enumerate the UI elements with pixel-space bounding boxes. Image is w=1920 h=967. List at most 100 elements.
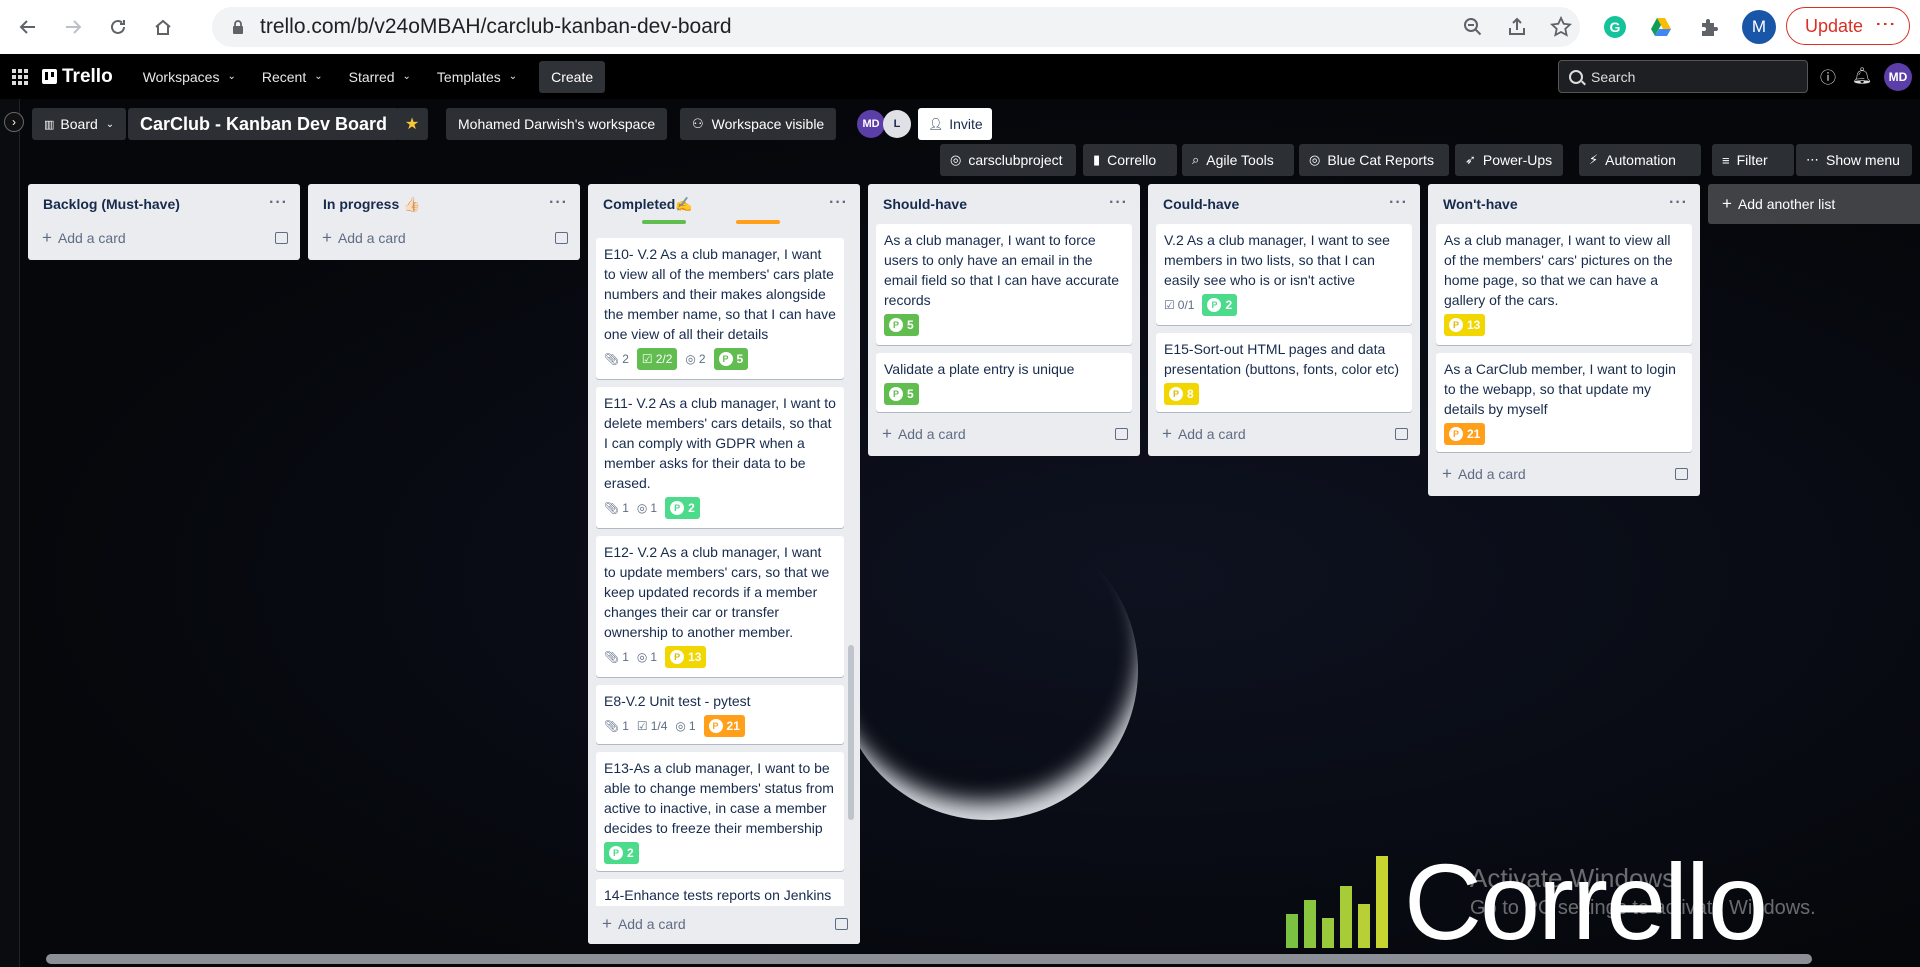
show-menu-button[interactable]: ⋯ Show menu <box>1796 144 1912 176</box>
notifications-bell-icon[interactable]: 🔔︎ <box>1852 66 1872 86</box>
address-bar[interactable]: trello.com/b/v24oMBAH/carclub-kanban-dev… <box>212 7 1580 47</box>
card[interactable]: E11- V.2 As a club manager, I want to de… <box>596 387 844 528</box>
info-icon[interactable]: ⓘ <box>1818 66 1838 87</box>
add-card-button[interactable]: + Add a card <box>1156 420 1246 448</box>
create-button[interactable]: Create <box>539 60 606 93</box>
list-actions-icon[interactable]: ··· <box>829 194 848 212</box>
list-actions-icon[interactable]: ··· <box>1389 194 1408 212</box>
attachments-badge: 📎︎ 1 <box>604 498 629 518</box>
card[interactable]: 14-Enhance tests reports on Jenkins - <box>596 879 844 909</box>
card[interactable]: Validate a plate entry is unique P5 <box>876 353 1132 412</box>
bookmark-star-icon[interactable] <box>1550 16 1572 38</box>
star-board-icon[interactable]: ★ <box>396 108 428 140</box>
workspace-button[interactable]: Mohamed Darwish's workspace <box>446 108 668 140</box>
points-icon: P <box>889 387 903 401</box>
app-switcher-icon[interactable] <box>12 68 28 85</box>
member-avatar[interactable]: MD <box>857 110 885 138</box>
reload-button[interactable] <box>101 10 135 44</box>
powerup-agile-tools[interactable]: ⌕ Agile Tools <box>1182 144 1294 176</box>
points-icon: P <box>889 318 903 332</box>
card-template-icon[interactable] <box>1395 428 1408 440</box>
card-title: E10- V.2 As a club manager, I want to vi… <box>604 246 836 342</box>
more-vertical-icon: ⋮ <box>1874 14 1896 34</box>
invite-button[interactable]: 👤︎ Invite <box>918 108 992 140</box>
list-title[interactable]: Could-have ··· <box>1148 184 1420 224</box>
list-actions-icon[interactable]: ··· <box>1669 194 1688 212</box>
board-view-switcher[interactable]: ▥ Board ⌄ <box>32 108 127 140</box>
zoom-icon[interactable] <box>1462 16 1484 38</box>
card[interactable]: As a CarClub member, I want to login to … <box>1436 353 1692 452</box>
card-template-icon[interactable] <box>555 232 568 244</box>
filter-button[interactable]: ≡ Filter <box>1712 144 1794 176</box>
menu-workspaces[interactable]: Workspaces ⌄ <box>133 61 246 93</box>
more-horizontal-icon: ⋯ <box>1806 152 1819 167</box>
grammarly-extension-icon[interactable]: G <box>1598 10 1632 44</box>
home-button[interactable] <box>146 10 180 44</box>
add-another-list-button[interactable]: + Add another list <box>1708 184 1920 224</box>
board-horizontal-scrollbar[interactable] <box>46 954 1812 964</box>
browser-update-button[interactable]: Update ⋮ <box>1786 7 1910 45</box>
card[interactable]: E13-As a club manager, I want to be able… <box>596 752 844 871</box>
card[interactable]: E12- V.2 As a club manager, I want to up… <box>596 536 844 677</box>
card[interactable]: As a club manager, I want to view all of… <box>1436 224 1692 345</box>
list-actions-icon[interactable]: ··· <box>549 194 568 212</box>
visibility-button[interactable]: ⚇ Workspace visible <box>680 108 837 140</box>
list-title-text: Should-have <box>883 196 968 212</box>
google-drive-extension-icon[interactable] <box>1644 10 1678 44</box>
activate-subtitle: Go to PC settings to activate Windows. <box>1470 897 1816 919</box>
card-template-icon[interactable] <box>275 232 288 244</box>
add-card-button[interactable]: + Add a card <box>316 224 406 252</box>
browser-profile-avatar[interactable]: M <box>1742 10 1776 44</box>
add-card-label: Add a card <box>1457 466 1526 482</box>
list-title[interactable]: In progress 👍🏻 ··· <box>308 184 580 224</box>
powerups-button[interactable]: ➶ Power-Ups <box>1455 144 1563 176</box>
member-avatar[interactable]: L <box>883 110 911 138</box>
card[interactable]: E8-V.2 Unit test - pytest 📎︎ 1 ☑ 1/4 ◎ 1 P2… <box>596 685 844 744</box>
add-card-button[interactable]: + Add a card <box>596 910 686 938</box>
list-title[interactable]: Backlog (Must-have) ··· <box>28 184 300 224</box>
expand-sidebar-icon[interactable]: › <box>4 112 24 132</box>
points-value: 2 <box>688 501 695 515</box>
trello-logo-icon <box>42 69 57 84</box>
list-scrollbar-thumb[interactable] <box>848 645 854 820</box>
menu-recent[interactable]: Recent ⌄ <box>252 61 333 93</box>
menu-templates[interactable]: Templates ⌄ <box>427 61 527 93</box>
card-template-icon[interactable] <box>1115 428 1128 440</box>
reload-icon <box>111 19 125 34</box>
list-title[interactable]: Won't-have ··· <box>1428 184 1700 224</box>
card-title: E13-As a club manager, I want to be able… <box>604 760 834 836</box>
search-input[interactable]: Search <box>1558 60 1808 93</box>
card[interactable]: E10- V.2 As a club manager, I want to vi… <box>596 238 844 379</box>
card-template-icon[interactable] <box>835 918 848 930</box>
trello-logo[interactable]: Trello <box>42 66 113 88</box>
powerup-label: Power-Ups <box>1482 152 1553 168</box>
user-avatar[interactable]: MD <box>1884 63 1912 91</box>
points-value: 21 <box>726 719 740 733</box>
powerup-carsclubproject[interactable]: ◎ carsclubproject <box>940 144 1076 176</box>
list-actions-icon[interactable]: ··· <box>269 194 288 212</box>
add-card-button[interactable]: + Add a card <box>876 420 966 448</box>
list-title[interactable]: Should-have ··· <box>868 184 1140 224</box>
back-button[interactable] <box>11 10 45 44</box>
powerup-corrello[interactable]: ▮ Corrello <box>1083 144 1177 176</box>
share-icon[interactable] <box>1506 16 1528 38</box>
workspace-label: Mohamed Darwish's workspace <box>446 108 668 140</box>
card-template-icon[interactable] <box>1675 468 1688 480</box>
powerup-blue-cat-reports[interactable]: ◎ Blue Cat Reports <box>1299 144 1449 176</box>
badge-count: 2/2 <box>655 352 673 366</box>
search-icon <box>1569 69 1583 84</box>
automation-button[interactable]: ⚡︎ Automation <box>1579 144 1701 176</box>
list-title[interactable]: Completed✍️ ··· <box>588 184 860 224</box>
menu-starred[interactable]: Starred ⌄ <box>339 61 421 93</box>
add-card-button[interactable]: + Add a card <box>36 224 126 252</box>
card[interactable]: As a club manager, I want to force users… <box>876 224 1132 345</box>
card[interactable]: E15-Sort-out HTML pages and data present… <box>1156 333 1412 412</box>
add-card-button[interactable]: + Add a card <box>1436 460 1526 488</box>
board-title[interactable]: CarClub - Kanban Dev Board <box>128 108 400 140</box>
extensions-puzzle-icon[interactable] <box>1692 10 1726 44</box>
card[interactable]: V.2 As a club manager, I want to see mem… <box>1156 224 1412 325</box>
forward-button[interactable] <box>56 10 90 44</box>
story-points-badge: P5 <box>884 314 919 336</box>
list-actions-icon[interactable]: ··· <box>1109 194 1128 212</box>
list-title-text: Completed✍️ <box>603 195 693 212</box>
